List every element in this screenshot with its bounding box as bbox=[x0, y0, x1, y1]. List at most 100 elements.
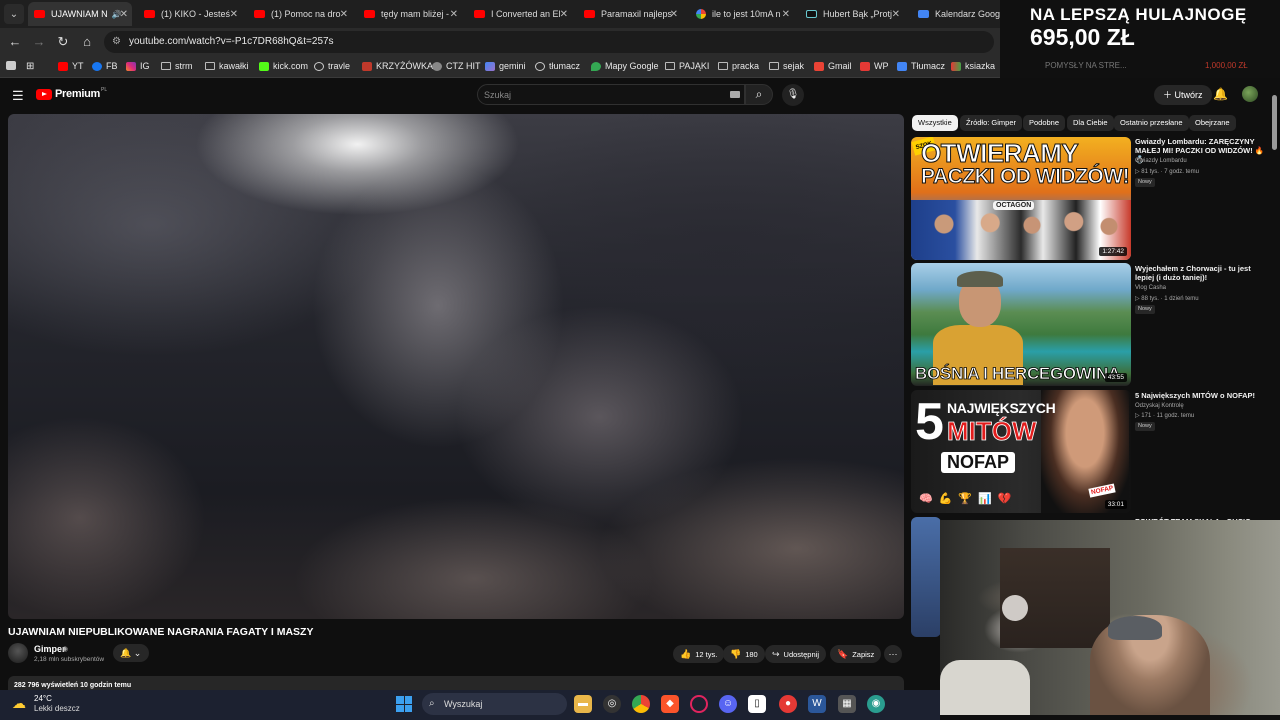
like-button[interactable]: 👍 12 tys. bbox=[673, 645, 725, 663]
related-thumbnail-2[interactable]: BOŚNIA I HERCEGOWINA 43:55 bbox=[911, 263, 1131, 386]
save-button[interactable]: 🔖 Zapisz bbox=[830, 645, 882, 663]
brave-icon[interactable]: ◆ bbox=[661, 695, 679, 713]
recorder-icon[interactable]: ● bbox=[779, 695, 797, 713]
more-actions-icon[interactable]: ⋯ bbox=[884, 645, 902, 663]
bookmark-tlumacz[interactable]: tłumacz bbox=[535, 61, 580, 71]
bookmark-krzyzowka[interactable]: KRZYŻÓWKA bbox=[362, 61, 433, 71]
browser-tab-5[interactable]: I Converted an El ✕ bbox=[468, 2, 572, 26]
reload-icon[interactable]: ↻ bbox=[55, 34, 71, 50]
ad-headline: NA LEPSZĄ HULAJNOGĘ bbox=[1030, 5, 1247, 24]
dislike-button[interactable]: 👎 180 bbox=[723, 645, 765, 663]
bookmark-wp[interactable]: WP bbox=[860, 61, 889, 71]
weather-description[interactable]: Lekki deszcz bbox=[34, 704, 80, 713]
related-title-2[interactable]: Wyjechałem z Chorwacji - tu jest lepiej … bbox=[1135, 264, 1267, 282]
close-tab-icon[interactable]: ✕ bbox=[450, 9, 458, 20]
apps-grid-icon[interactable] bbox=[6, 61, 20, 70]
close-tab-icon[interactable]: ✕ bbox=[670, 9, 678, 20]
weather-temperature[interactable]: 24°C bbox=[34, 694, 52, 703]
avatar[interactable] bbox=[1242, 86, 1258, 102]
browser-tab-4[interactable]: tędy mam bliżej - ✕ bbox=[358, 2, 462, 26]
bookmark-travle[interactable]: travle bbox=[314, 61, 350, 71]
youtube-icon bbox=[254, 10, 265, 18]
back-icon[interactable]: ← bbox=[7, 34, 23, 50]
home-icon[interactable]: ⌂ bbox=[79, 34, 95, 50]
close-tab-icon[interactable]: ✕ bbox=[560, 9, 568, 20]
tab-search-menu-button[interactable]: ⌄ bbox=[4, 4, 24, 24]
bookmark-kawalki[interactable]: kawałki bbox=[205, 61, 249, 71]
bookmark-pajaki[interactable]: PAJĄKI bbox=[665, 61, 709, 71]
bookmark-mapy-google[interactable]: Mapy Google bbox=[591, 61, 659, 71]
weather-rain-icon[interactable]: ☁ bbox=[12, 695, 26, 712]
chrome-icon[interactable] bbox=[632, 695, 650, 713]
channel-name[interactable]: Gimper bbox=[34, 644, 66, 654]
chip-similar[interactable]: Podobne bbox=[1023, 115, 1066, 131]
close-tab-icon[interactable]: ✕ bbox=[230, 9, 238, 20]
bookmark-kick[interactable]: kick.com bbox=[259, 61, 308, 71]
tab-title: I Converted an El bbox=[491, 9, 561, 19]
channel-avatar[interactable] bbox=[8, 643, 28, 663]
scrollbar[interactable] bbox=[1272, 95, 1277, 150]
browser-tab-8[interactable]: Hubert Bąk „Protj ✕ bbox=[800, 2, 904, 26]
taskbar-search[interactable]: ⌕ Wyszukaj bbox=[422, 693, 567, 715]
chip-watched[interactable]: Obejrzane bbox=[1189, 115, 1236, 131]
browser-tab-9[interactable]: Kalendarz Google bbox=[912, 2, 1000, 26]
create-button[interactable]: ＋ Utwórz bbox=[1154, 85, 1212, 105]
subscription-bell-button[interactable]: 🔔 ⌄ bbox=[113, 644, 149, 662]
browser-tab-3[interactable]: (1) Pomoc na dro ✕ bbox=[248, 2, 352, 26]
share-button[interactable]: ↪ Udostępnij bbox=[765, 645, 826, 663]
forward-icon[interactable]: → bbox=[31, 34, 47, 50]
related-thumbnail-4[interactable] bbox=[911, 517, 941, 637]
notion-icon[interactable]: ▯ bbox=[748, 695, 766, 713]
obs-icon[interactable]: ◎ bbox=[603, 695, 621, 713]
bookmark-tlumacz-2[interactable]: Tłumacz bbox=[897, 61, 945, 71]
search-button[interactable]: ⌕ bbox=[745, 84, 773, 105]
keyboard-icon[interactable] bbox=[730, 91, 740, 98]
bookmark-pracka[interactable]: pracka bbox=[718, 61, 759, 71]
bookmark-gemini[interactable]: gemini bbox=[485, 61, 526, 71]
discord-icon[interactable]: ☺ bbox=[719, 695, 737, 713]
chip-recent[interactable]: Ostatnio przesłane bbox=[1114, 115, 1189, 131]
video-player[interactable] bbox=[8, 114, 904, 619]
file-explorer-icon[interactable]: ▬ bbox=[574, 695, 592, 713]
related-channel-2[interactable]: Vlog Casha bbox=[1135, 285, 1166, 291]
edge-icon[interactable]: ◉ bbox=[867, 695, 885, 713]
chip-for-you[interactable]: Dla Ciebie bbox=[1067, 115, 1114, 131]
close-tab-icon[interactable]: ✕ bbox=[782, 9, 790, 20]
opera-icon[interactable] bbox=[690, 695, 708, 713]
related-channel-3[interactable]: Odzyskaj Kontrolę bbox=[1135, 403, 1184, 409]
browser-tab-6[interactable]: Paramaxil najleps ✕ bbox=[578, 2, 682, 26]
site-info-icon[interactable]: ⚙ bbox=[112, 36, 121, 47]
chip-all[interactable]: Wszystkie bbox=[912, 115, 958, 131]
bookmark-fb[interactable]: FB bbox=[92, 61, 118, 71]
browser-tab-7[interactable]: ile to jest 10mA n ✕ bbox=[690, 2, 794, 26]
menu-icon[interactable]: ☰ bbox=[12, 88, 24, 104]
bookmark-gmail[interactable]: Gmail bbox=[814, 61, 852, 71]
related-title-3[interactable]: 5 Największych MITÓW o NOFAP! bbox=[1135, 391, 1267, 400]
close-tab-icon[interactable]: ✕ bbox=[340, 9, 348, 20]
voice-search-button[interactable]: 🎙 bbox=[782, 84, 804, 106]
bookmark-strm[interactable]: strm bbox=[161, 61, 193, 71]
youtube-logo[interactable]: Premium PL bbox=[36, 87, 107, 100]
bookmark-yt[interactable]: YT bbox=[58, 61, 84, 71]
close-tab-icon[interactable]: ✕ bbox=[892, 9, 900, 20]
chip-source[interactable]: Źródło: Gimper bbox=[960, 115, 1023, 131]
close-tab-icon[interactable]: ✕ bbox=[120, 9, 128, 20]
windows-start-icon[interactable] bbox=[396, 696, 412, 712]
word-icon[interactable]: W bbox=[808, 695, 826, 713]
bookmark-ksiazka[interactable]: ksiazka bbox=[951, 61, 995, 71]
related-thumbnail-3[interactable]: 5 NAJWIĘKSZYCH MITÓW NOFAP 🧠💪🏆📊💔 NOFAP 3… bbox=[911, 390, 1131, 513]
bookmark-sejak[interactable]: sejak bbox=[769, 61, 804, 71]
browser-tab-2[interactable]: (1) KIKO - Jesteś ✕ bbox=[138, 2, 242, 26]
address-bar[interactable]: ⚙ youtube.com/watch?v=-P1c7DR68hQ&t=257s bbox=[104, 31, 994, 53]
search-input[interactable] bbox=[484, 88, 714, 102]
browser-tab-1[interactable]: UJAWNIAM N 🔊 ✕ bbox=[28, 2, 132, 26]
bookmark-ctz-hit[interactable]: CTZ HIT bbox=[432, 61, 481, 71]
calculator-icon[interactable]: ▦ bbox=[838, 695, 856, 713]
related-channel-1[interactable]: Gwiazdy Lombardu bbox=[1135, 158, 1187, 164]
notifications-bell-icon[interactable]: 🔔 bbox=[1213, 87, 1228, 101]
description-box[interactable]: 282 796 wyświetleń 10 godzin temu bbox=[8, 676, 904, 690]
logo-text: Premium bbox=[55, 88, 100, 100]
bookmark-ig[interactable]: IG bbox=[126, 61, 150, 71]
bookmarks-grid-icon[interactable]: ⊞ bbox=[26, 61, 34, 72]
related-thumbnail-1[interactable]: SZOK OTWIERAMY PACZKI OD WIDZÓW! OCTAGON… bbox=[911, 137, 1131, 260]
